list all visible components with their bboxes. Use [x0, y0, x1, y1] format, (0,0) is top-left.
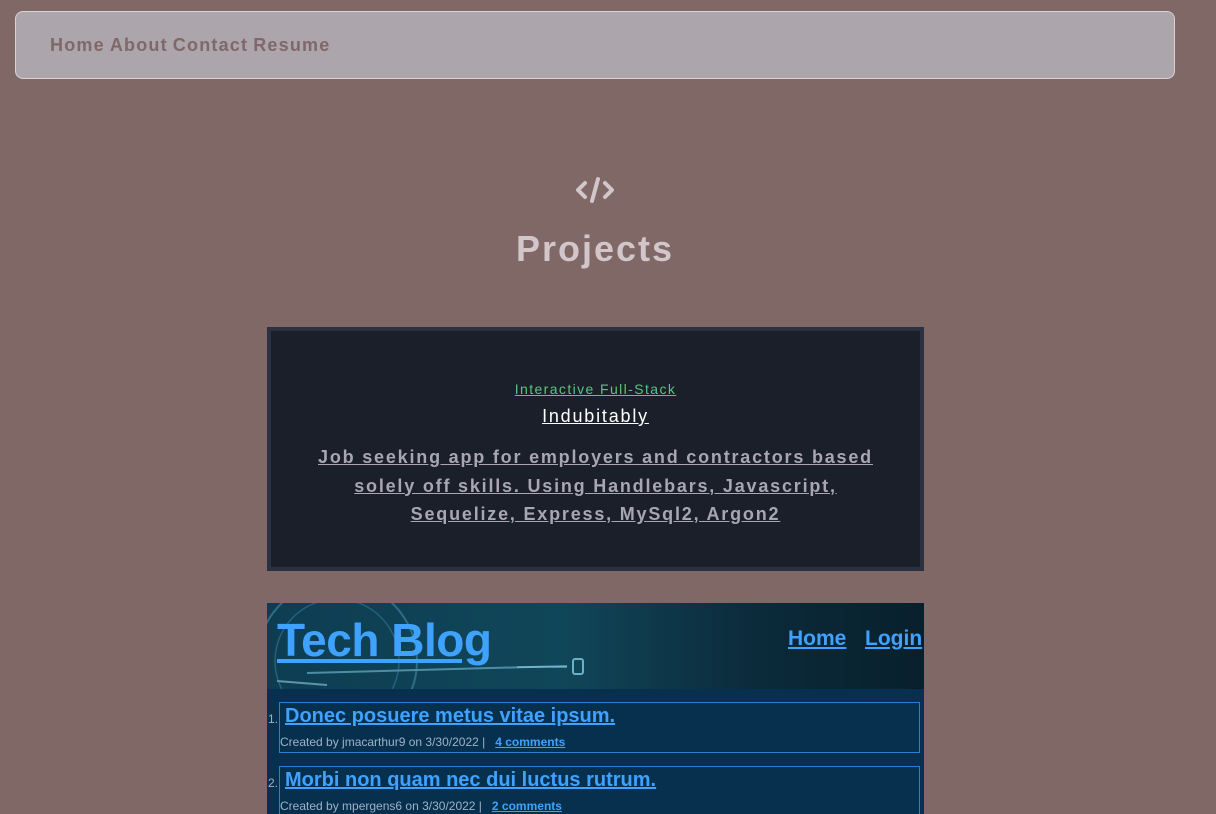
nav-link-home[interactable]: Home: [50, 35, 105, 56]
nav-link-contact[interactable]: Contact: [173, 35, 248, 56]
preview-post-number: 2.: [268, 776, 279, 790]
preview-post: 1. Donec posuere metus vitae ipsum. Crea…: [268, 702, 920, 753]
preview-post: 2. Morbi non quam nec dui luctus rutrum.…: [268, 766, 920, 814]
project-category[interactable]: Interactive Full-Stack: [271, 381, 920, 397]
nav-link-resume[interactable]: Resume: [253, 35, 330, 56]
project-card[interactable]: Interactive Full-Stack Indubitably Job s…: [267, 327, 924, 571]
preview-post-title: Morbi non quam nec dui luctus rutrum.: [285, 769, 657, 791]
preview-post-meta: Created by mpergens6 on 3/30/2022 | 2 com…: [280, 799, 562, 813]
preview-post-title: Donec posuere metus vitae ipsum.: [285, 705, 616, 727]
preview-header: Tech Blog Home Login: [267, 603, 924, 689]
section-title: Projects: [515, 228, 675, 269]
preview-nav-login: Login: [865, 627, 923, 650]
project-screenshot[interactable]: Tech Blog Home Login 1. Donec posuere me…: [267, 603, 924, 814]
project-description[interactable]: Job seeking app for employers and contra…: [301, 443, 891, 529]
preview-post-meta: Created by jmacarthur9 on 3/30/2022 | 4 c…: [280, 735, 566, 749]
preview-nav-home: Home: [788, 627, 847, 650]
preview-blog-title: Tech Blog: [277, 614, 492, 666]
project-name[interactable]: Indubitably: [271, 406, 920, 427]
navbar: Home About Contact Resume: [15, 11, 1175, 79]
nav-link-about[interactable]: About: [110, 35, 168, 56]
preview-post-number: 1.: [268, 712, 279, 726]
code-icon: [576, 177, 614, 203]
